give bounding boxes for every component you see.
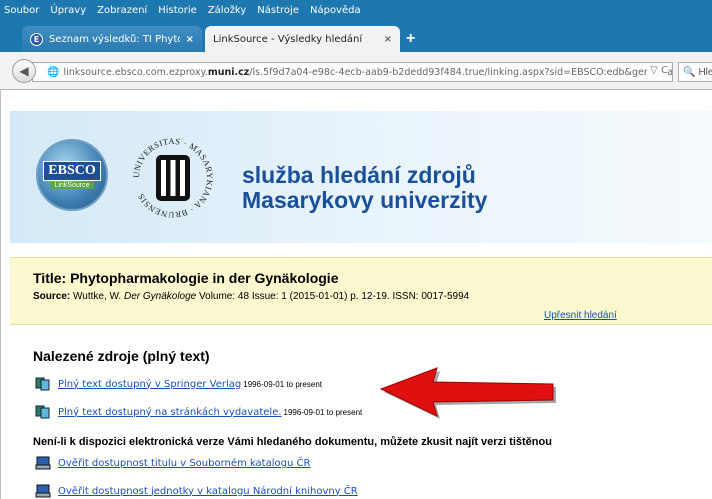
fulltext-result: Plný text dostupný na stránkách vydavate… <box>35 405 362 419</box>
globe-icon: 🌐 <box>47 66 60 78</box>
ebsco-linksource-logo: EBSCO LinkSource <box>36 139 108 211</box>
menu-nastroje[interactable]: Nástroje <box>257 5 299 16</box>
url-suffix: /ls.5f9d7a04-e98c-4ecb-aab9-b2dedd93f484… <box>249 66 673 78</box>
print-version-heading: Není-li k dispozici elektronická verze V… <box>33 436 552 448</box>
navigation-bar: 🌐 linksource.ebsco.com.ezproxy. muni.cz/l… <box>0 52 712 90</box>
logo-text: EBSCO <box>43 161 101 181</box>
tab-search-results[interactable]: E Seznam výsledků: TI Phytoph... × <box>22 26 202 52</box>
coverage-dates: 1996-09-01 to present <box>243 379 323 389</box>
page-viewport: EBSCO LinkSource UNIVERSITAS · MASARYKIA… <box>0 90 712 499</box>
url-domain: muni.cz <box>207 66 250 78</box>
back-arrow-icon: ◀ <box>19 64 29 78</box>
red-arrow-annotation <box>379 367 556 419</box>
menu-zalozky[interactable]: Záložky <box>208 5 246 16</box>
fulltext-document-icon <box>35 377 50 391</box>
menu-soubor[interactable]: Soubor <box>4 5 39 16</box>
source-label: Source: <box>33 291 71 302</box>
national-library-link[interactable]: Ověřit dostupnost jednotky v katalogu Ná… <box>58 486 358 497</box>
title-label: Title: <box>33 270 67 286</box>
header-banner: EBSCO LinkSource UNIVERSITAS · MASARYKIA… <box>10 111 712 243</box>
address-bar[interactable]: 🌐 linksource.ebsco.com.ezproxy. muni.cz/l… <box>32 62 673 82</box>
union-catalog-link[interactable]: Ověřit dostupnost titulu v Souborném kat… <box>58 458 310 469</box>
search-box[interactable]: 🔍 Hle <box>678 62 712 82</box>
menu-napoveda[interactable]: Nápověda <box>310 5 361 16</box>
source-journal: Der Gynäkologe <box>123 291 197 302</box>
search-placeholder: Hle <box>698 66 712 78</box>
tab-strip: E Seznam výsledků: TI Phytoph... × LinkS… <box>0 20 712 52</box>
logo-subtext: LinkSource <box>50 182 94 189</box>
tab-title: Seznam výsledků: TI Phytoph... <box>49 33 180 45</box>
banner-title: služba hledání zdrojů Masarykovy univerz… <box>242 163 487 213</box>
url-prefix: linksource.ebsco.com.ezproxy. <box>63 66 208 78</box>
back-button[interactable]: ◀ <box>12 59 36 83</box>
library-catalog-icon <box>35 456 51 470</box>
close-tab-icon[interactable]: × <box>186 34 194 45</box>
reload-icon[interactable]: ▽ C <box>647 65 668 76</box>
publisher-fulltext-link[interactable]: Plný text dostupný na stránkách vydavate… <box>58 407 282 418</box>
menu-historie[interactable]: Historie <box>158 5 197 16</box>
ebsco-favicon-icon: E <box>30 32 43 46</box>
source-details: Volume: 48 Issue: 1 (2015-01-01) p. 12-1… <box>199 291 470 302</box>
print-result: Ověřit dostupnost titulu v Souborném kat… <box>35 456 310 470</box>
fulltext-result: Plný text dostupný v Springer Verlag 199… <box>35 377 322 391</box>
menu-bar: Soubor Úpravy Zobrazení Historie Záložky… <box>0 0 712 20</box>
tab-title: LinkSource - Výsledky hledání <box>213 33 363 45</box>
tab-linksource[interactable]: LinkSource - Výsledky hledání × <box>205 26 400 52</box>
browser-chrome: Soubor Úpravy Zobrazení Historie Záložky… <box>0 0 712 90</box>
banner-line-2: Masarykovy univerzity <box>242 187 488 213</box>
refine-search-link[interactable]: Upřesnit hledání <box>544 310 617 321</box>
coverage-dates: 1996-09-01 to present <box>283 407 363 417</box>
print-result: Ověřit dostupnost jednotky v katalogu Ná… <box>35 484 358 498</box>
title-value: Phytopharmakologie in der Gynäkologie <box>70 270 339 286</box>
banner-line-1: služba hledání zdrojů <box>242 162 476 188</box>
citation-title: Title: Phytopharmakologie in der Gynäkol… <box>33 270 338 286</box>
springer-fulltext-link[interactable]: Plný text dostupný v Springer Verlag <box>58 379 241 390</box>
citation-source: Source: Wuttke, W. Der Gynäkologe Volume… <box>33 291 469 302</box>
menu-upravy[interactable]: Úpravy <box>50 5 86 16</box>
menu-zobrazeni[interactable]: Zobrazení <box>97 5 147 16</box>
university-seal-logo: UNIVERSITAS · MASARYKIANA · BRUNENSIS <box>131 136 215 220</box>
library-catalog-icon <box>35 484 51 498</box>
new-tab-button[interactable]: + <box>406 30 415 48</box>
fulltext-document-icon <box>35 405 50 419</box>
search-icon: 🔍 <box>683 66 696 78</box>
fulltext-heading: Nalezené zdroje (plný text) <box>33 348 210 364</box>
citation-box: Title: Phytopharmakologie in der Gynäkol… <box>10 257 712 325</box>
close-tab-icon[interactable]: × <box>384 34 392 45</box>
source-author: Wuttke, W. <box>73 291 122 302</box>
